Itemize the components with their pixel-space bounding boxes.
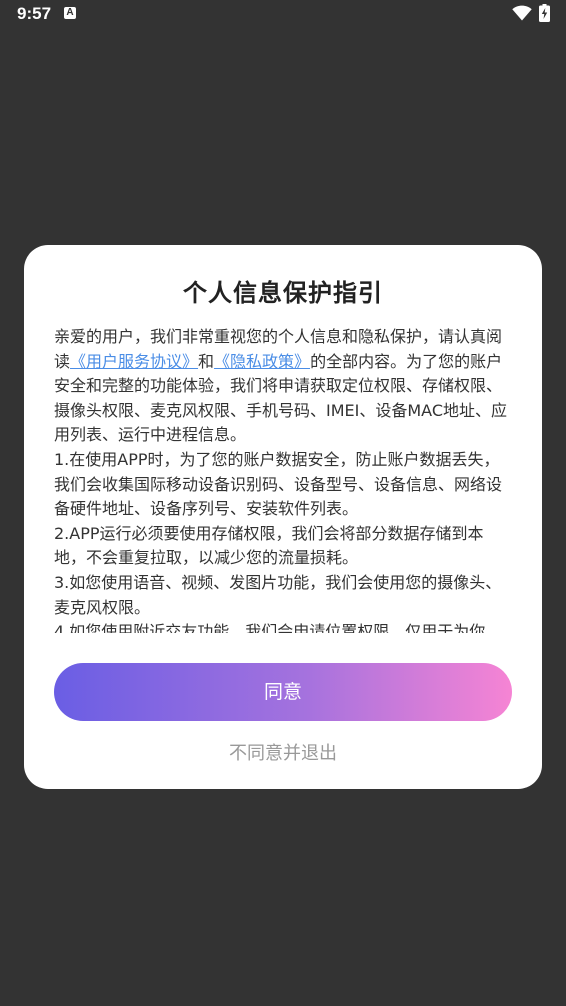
status-bar: 9:57 A — [0, 0, 566, 30]
permission-item-3: 3.如您使用语音、视频、发图片功能，我们会使用您的摄像头、麦克风权限。 — [54, 572, 502, 617]
privacy-dialog: 个人信息保护指引 亲爱的用户，我们非常重视您的个人信息和隐私保护，请认真阅读《用… — [24, 245, 542, 789]
intro-paragraph: 亲爱的用户，我们非常重视您的个人信息和隐私保护，请认真阅读《用户服务协议》和《隐… — [54, 325, 512, 448]
user-agreement-link[interactable]: 《用户服务协议》 — [70, 352, 198, 371]
status-time: 9:57 — [17, 4, 52, 23]
intro-conjunction: 和 — [198, 351, 215, 371]
privacy-text-scroll[interactable]: 亲爱的用户，我们非常重视您的个人信息和隐私保护，请认真阅读《用户服务协议》和《隐… — [54, 325, 512, 633]
permission-item-1: 1.在使用APP时，为了您的账户数据安全，防止账户数据丢失，我们会收集国际移动设… — [54, 449, 503, 519]
permission-item-4: 4.如您使用附近交友功能，我们会申请位置权限，仅用于为你 — [54, 622, 486, 633]
privacy-policy-link[interactable]: 《隐私政策》 — [214, 352, 310, 371]
wifi-icon — [512, 5, 532, 21]
notification-a-icon: A — [64, 7, 76, 19]
battery-charging-icon — [539, 4, 550, 22]
dialog-title: 个人信息保护指引 — [183, 279, 383, 307]
permission-item-2: 2.APP运行必须要使用存储权限，我们会将部分数据存储到本地，不会重复拉取，以减… — [54, 523, 484, 568]
notification-a-icon-label: A — [66, 7, 74, 18]
decline-and-exit-button[interactable]: 不同意并退出 — [24, 739, 542, 765]
agree-button[interactable]: 同意 — [54, 663, 512, 721]
